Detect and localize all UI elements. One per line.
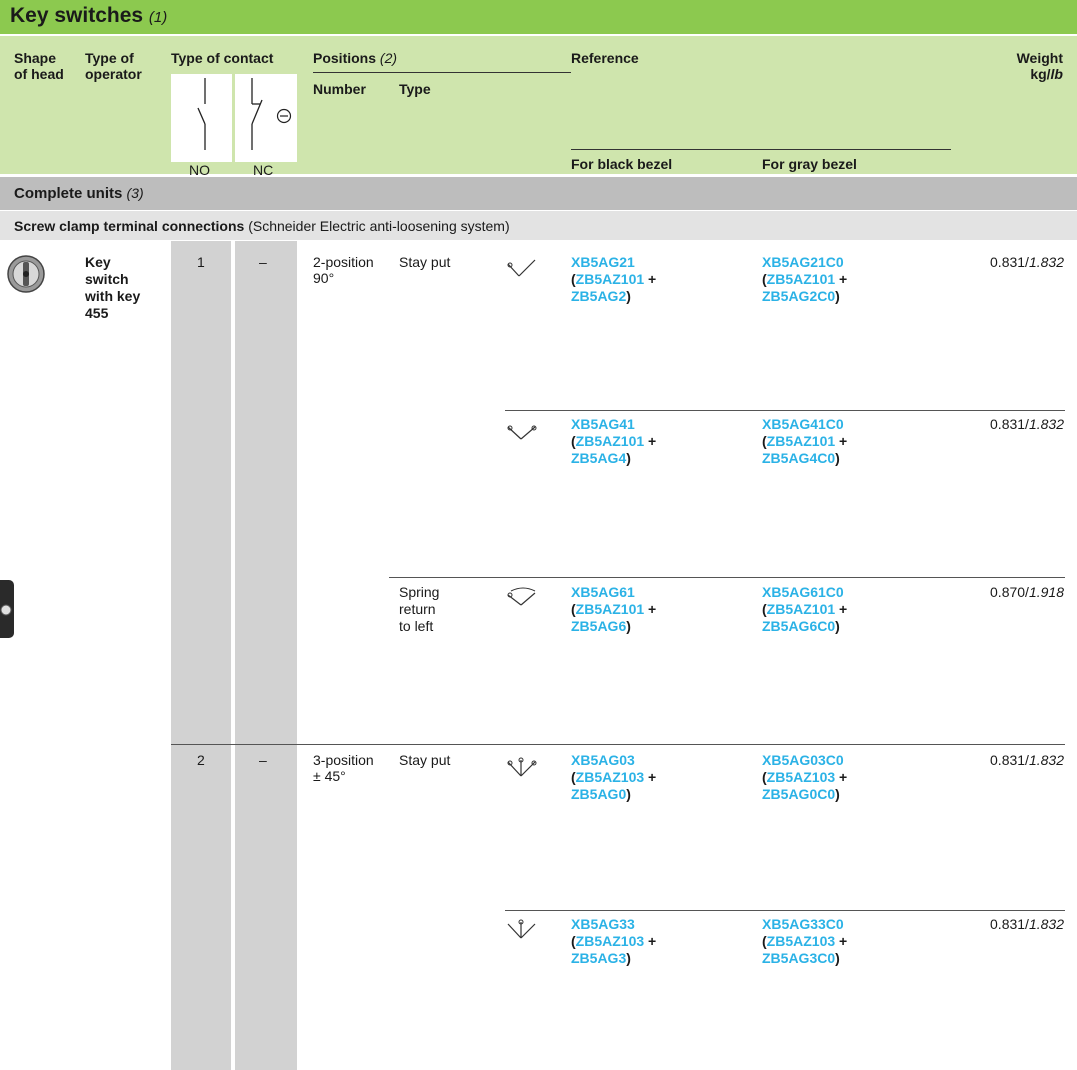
- row4-gray-ref: XB5AG03C0 (ZB5AZ103 + ZB5AG0C0): [762, 752, 848, 802]
- row4-black-ref: XB5AG03 (ZB5AZ103 + ZB5AG0): [571, 752, 657, 802]
- row2-black-ref: XB5AG41 (ZB5AZ101 + ZB5AG4): [571, 416, 657, 466]
- row1-nc: –: [259, 254, 267, 270]
- row3-weight: 0.870/1.918: [990, 584, 1064, 600]
- row3-divider: [389, 577, 1065, 578]
- operator-key-switch: Key switch with key 455: [85, 254, 141, 321]
- header-positions: Positions (2): [313, 50, 398, 66]
- row1-gray-ref: XB5AG21C0 (ZB5AZ101 + ZB5AG2C0): [762, 254, 848, 304]
- row1-type: Stay put: [399, 254, 451, 270]
- row4-type: Stay put: [399, 752, 451, 768]
- row1-no: 1: [197, 254, 205, 270]
- positions-rule: [313, 72, 571, 73]
- row3-type: Spring return to left: [399, 584, 440, 634]
- row1-black-ref: XB5AG21 (ZB5AZ101 + ZB5AG2): [571, 254, 657, 304]
- header-contact: Type of contact: [171, 50, 274, 66]
- position-diagram-center-icon: [507, 919, 536, 939]
- row5-divider: [505, 910, 1065, 911]
- row1-weight: 0.831/1.832: [990, 254, 1064, 270]
- row2-weight: 0.831/1.832: [990, 416, 1064, 432]
- key-switch-head-icon: [7, 255, 45, 293]
- row5-weight: 0.831/1.832: [990, 916, 1064, 932]
- row4-nc: –: [259, 752, 267, 768]
- position-diagram-spring-return-icon: [507, 587, 536, 606]
- position-diagram-3pos-icon: [507, 757, 537, 777]
- row4-divider: [171, 744, 1065, 745]
- row3-black-ref: XB5AG61 (ZB5AZ101 + ZB5AG6): [571, 584, 657, 634]
- section-complete-title: Complete units (3): [14, 185, 144, 202]
- nc-label: NC: [253, 162, 274, 178]
- row4-weight: 0.831/1.832: [990, 752, 1064, 768]
- row4-no: 2: [197, 752, 205, 768]
- normally-open-contact-icon: [197, 78, 206, 150]
- header-weight: Weight kg/lb: [1016, 50, 1063, 82]
- row2-divider: [505, 410, 1065, 411]
- contact-divider: [232, 74, 235, 174]
- header-gray-bezel: For gray bezel: [762, 156, 857, 172]
- normally-closed-contact-icon: [251, 78, 292, 150]
- page-title: Key switches (1): [10, 4, 168, 27]
- header-shape: Shape of head: [14, 50, 64, 82]
- header-number: Number: [313, 81, 366, 97]
- row1-positions: 2-position 90°: [313, 254, 374, 286]
- header-operator: Type of operator: [85, 50, 142, 82]
- bezel-rule: [571, 149, 951, 150]
- row4-positions: 3-position ± 45°: [313, 752, 374, 784]
- section-complete-units: [0, 177, 1077, 210]
- row3-gray-ref: XB5AG61C0 (ZB5AZ101 + ZB5AG6C0): [762, 584, 848, 634]
- key-switch-side-image: [0, 580, 14, 638]
- no-label: NO: [189, 162, 210, 178]
- position-diagram-90-icon: [507, 259, 536, 277]
- header-reference: Reference: [571, 50, 639, 66]
- header-type: Type: [399, 81, 431, 97]
- contact-column-gap: [231, 241, 235, 1070]
- table-header: [0, 36, 1077, 174]
- header-black-bezel: For black bezel: [571, 156, 673, 172]
- position-diagram-90-both-icon: [507, 425, 537, 440]
- section-screw-title: Screw clamp terminal connections (Schnei…: [14, 218, 510, 234]
- row5-gray-ref: XB5AG33C0 (ZB5AZ103 + ZB5AG3C0): [762, 916, 848, 966]
- row2-gray-ref: XB5AG41C0 (ZB5AZ101 + ZB5AG4C0): [762, 416, 848, 466]
- row5-black-ref: XB5AG33 (ZB5AZ103 + ZB5AG3): [571, 916, 657, 966]
